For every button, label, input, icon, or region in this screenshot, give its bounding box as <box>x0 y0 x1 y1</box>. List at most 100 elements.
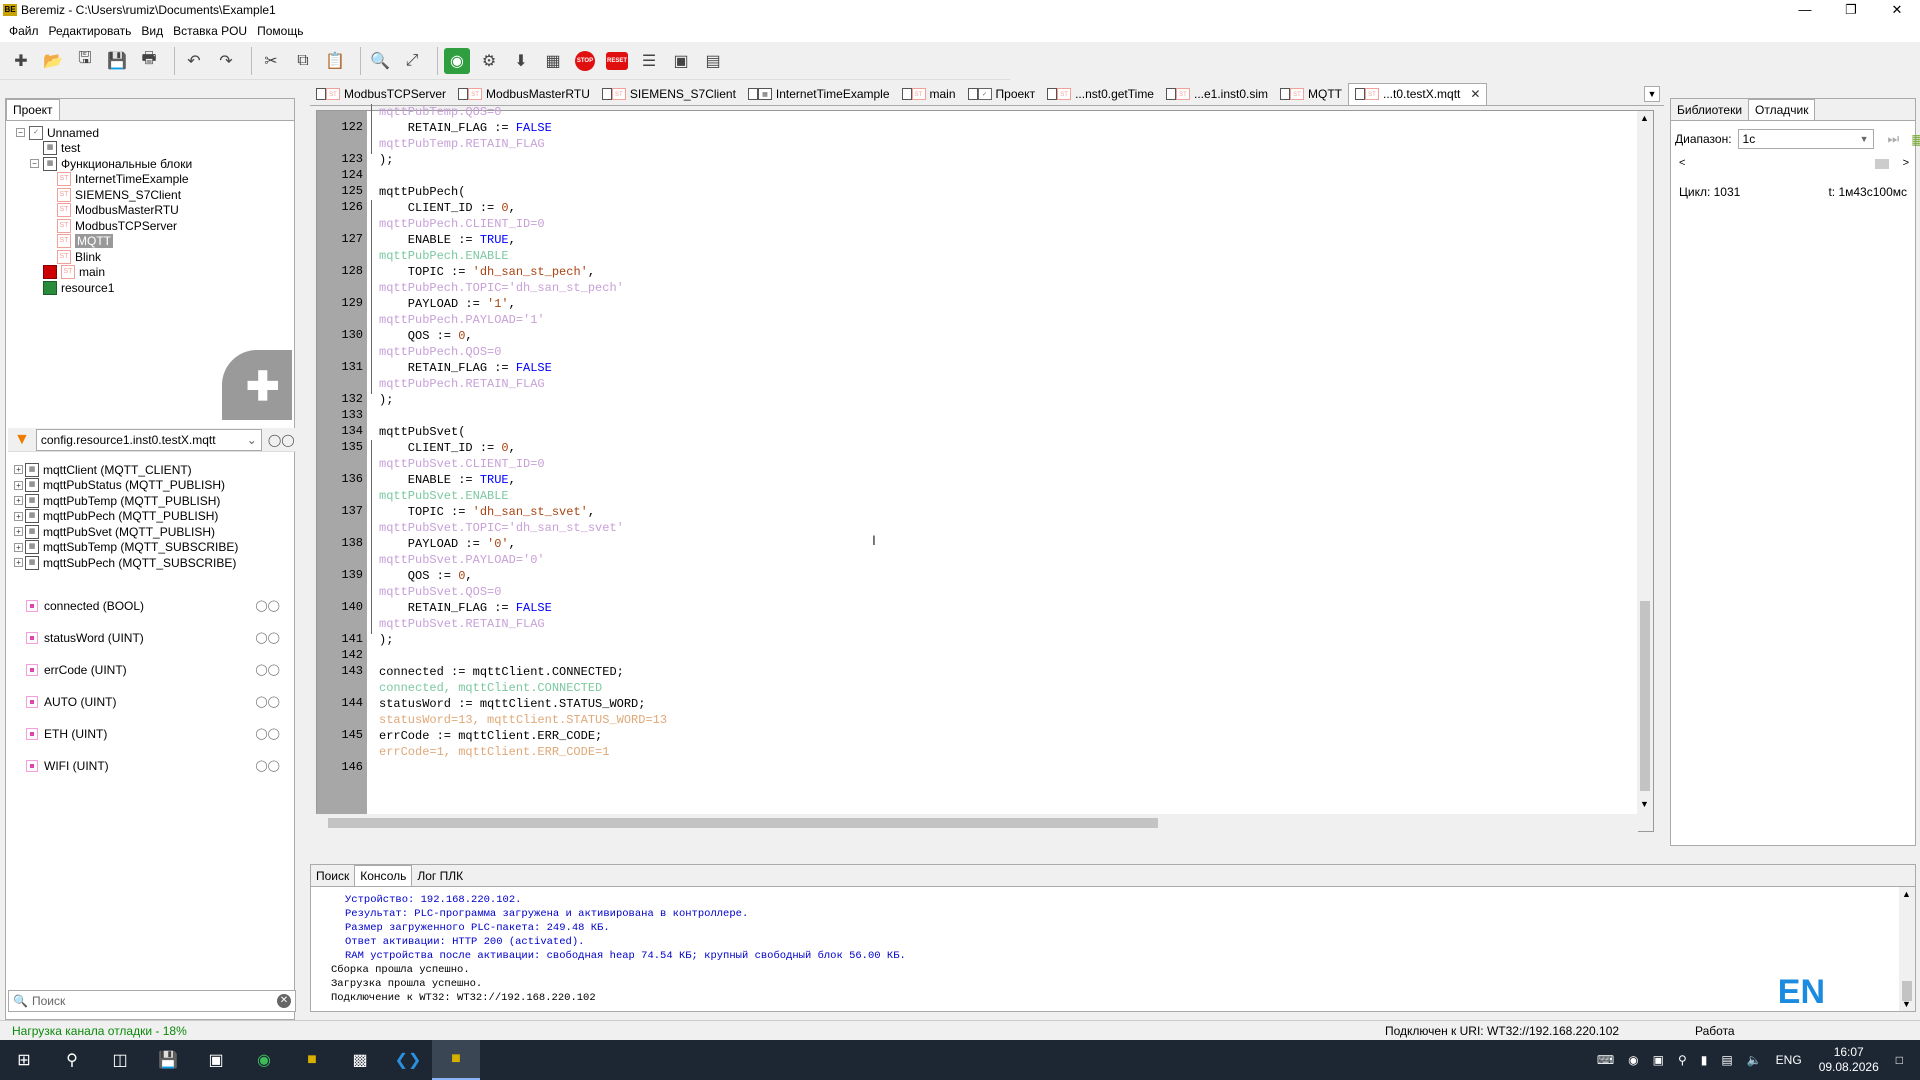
glasses-icon[interactable]: ◯◯ <box>255 663 280 676</box>
beremiz-active-app-icon[interactable]: ■ <box>432 1040 480 1080</box>
network-icon[interactable]: ▤ <box>1721 1053 1732 1067</box>
instance-variable[interactable]: ETH (UINT) ◯◯ <box>26 724 288 743</box>
print-icon[interactable]: 🖶 <box>136 48 162 74</box>
editor-tab[interactable]: ST ...nst0.getTime <box>1041 83 1160 105</box>
paste-icon[interactable]: 📋 <box>322 48 348 74</box>
reset-plc-icon[interactable]: RESET <box>604 48 630 74</box>
beremiz-app-icon[interactable]: ■ <box>288 1040 336 1080</box>
scroll-thumb[interactable] <box>1640 601 1650 791</box>
instance-variable[interactable]: WIFI (UINT) ◯◯ <box>26 756 288 775</box>
clean-icon[interactable]: ▦ <box>540 48 566 74</box>
save-icon[interactable]: 🖫 <box>72 48 98 74</box>
tab-debugger[interactable]: Отладчик <box>1748 99 1816 120</box>
menu-view[interactable]: Вид <box>136 24 168 38</box>
menu-file[interactable]: Файл <box>4 24 44 38</box>
clear-search-icon[interactable]: ✕ <box>277 994 291 1008</box>
debug-glasses-icon[interactable]: ◉ <box>444 47 470 74</box>
glasses-icon[interactable]: ◯◯ <box>255 695 280 708</box>
instance-variable[interactable]: statusWord (UINT) ◯◯ <box>26 628 288 647</box>
battery-icon[interactable]: ▮ <box>1701 1053 1708 1067</box>
editor-tab[interactable]: ST main <box>896 83 962 105</box>
vertical-scrollbar[interactable]: ▲ ▼ <box>1637 111 1653 831</box>
undo-icon[interactable]: ↶ <box>181 48 207 74</box>
editor-tab[interactable]: ST ...t0.testX.mqtt ✕ <box>1348 82 1488 105</box>
menu-insert-pou[interactable]: Вставка POU <box>168 24 252 38</box>
search-input[interactable]: 🔍 Поиск ✕ <box>8 990 296 1012</box>
maximize-button[interactable]: ❐ <box>1828 0 1874 20</box>
stop-plc-icon[interactable]: STOP <box>572 48 598 74</box>
download-icon[interactable]: ⬇ <box>508 48 534 74</box>
timeline-scrollbar[interactable]: < > <box>1675 157 1911 171</box>
editor-tab[interactable]: ✓ Проект <box>962 83 1042 105</box>
expander-icon[interactable]: + <box>14 465 23 474</box>
camera-app-icon[interactable]: ▣ <box>192 1040 240 1080</box>
app-tray-icon[interactable]: ◉ <box>1628 1053 1638 1067</box>
scroll-up-icon[interactable]: ▲ <box>1640 113 1649 123</box>
minimize-button[interactable]: — <box>1782 0 1828 20</box>
start-windows-icon[interactable]: ⊞ <box>0 1040 48 1080</box>
instance-variable[interactable]: AUTO (UINT) ◯◯ <box>26 692 288 711</box>
expander-icon[interactable]: + <box>14 496 23 505</box>
terminal-app-icon[interactable]: ▩ <box>336 1040 384 1080</box>
connect-icon[interactable]: ▣ <box>668 48 694 74</box>
code-editor[interactable]: 122 123 124 125 126 127 128 129 130 131 132 133 134 1… <box>316 104 1654 832</box>
expander-icon[interactable]: + <box>14 527 23 536</box>
close-tab-icon[interactable]: ✕ <box>1470 87 1480 101</box>
glasses-icon[interactable]: ◯◯ <box>255 759 280 772</box>
task-view-icon[interactable]: ◫ <box>96 1040 144 1080</box>
glasses-icon[interactable]: ◯◯ <box>255 727 280 740</box>
console-scrollbar[interactable]: ▲ ▼ <box>1899 887 1915 1011</box>
copy-icon[interactable]: ⧉ <box>290 48 316 74</box>
tree-item[interactable]: resource1 <box>30 278 114 297</box>
clock[interactable]: 16:07 09.08.2026 <box>1819 1045 1879 1075</box>
glasses-icon[interactable]: ◯◯ <box>268 433 295 447</box>
tab-console[interactable]: Консоль <box>354 865 413 886</box>
glasses-icon[interactable]: ◯◯ <box>255 599 280 612</box>
find-icon[interactable]: 🔍 <box>367 48 393 74</box>
scroll-right-icon[interactable]: > <box>1903 157 1909 169</box>
instance-variable[interactable]: connected (BOOL) ◯◯ <box>26 596 288 615</box>
cut-icon[interactable]: ✂ <box>258 48 284 74</box>
tab-libraries[interactable]: Библиотеки <box>1671 100 1748 120</box>
editor-tab[interactable]: ST ModbusTCPServer <box>310 83 452 105</box>
usb-icon[interactable]: ⚲ <box>1678 1053 1687 1067</box>
timeline-thumb[interactable] <box>1875 159 1889 169</box>
pin-icon[interactable]: ▼ <box>14 431 30 449</box>
redo-icon[interactable]: ↷ <box>213 48 239 74</box>
tab-list-dropdown-icon[interactable]: ▼ <box>1644 85 1660 102</box>
expander-icon[interactable]: − <box>30 159 39 168</box>
tab-project[interactable]: Проект <box>6 99 60 120</box>
scroll-left-icon[interactable]: < <box>1679 157 1685 169</box>
console-scroll-thumb[interactable] <box>1902 981 1912 1001</box>
add-element-button[interactable]: ✚ <box>222 350 292 420</box>
scroll-down-icon[interactable]: ▼ <box>1902 999 1911 1009</box>
disconnect-icon[interactable]: ▤ <box>700 48 726 74</box>
save-as-icon[interactable]: 💾 <box>104 48 130 74</box>
instance-combobox[interactable]: config.resource1.inst0.testX.mqtt ⌄ <box>35 428 262 451</box>
editor-tab[interactable]: ST ModbusMasterRTU <box>452 83 596 105</box>
generate-icon[interactable]: ☰ <box>636 48 662 74</box>
editor-tab[interactable]: ST SIEMENS_S7Client <box>596 83 742 105</box>
horizontal-scrollbar[interactable] <box>316 814 1638 832</box>
expander-icon[interactable]: + <box>14 511 23 521</box>
keyboard-icon[interactable]: ⌨ <box>1597 1053 1614 1067</box>
search-icon[interactable]: ⚲ <box>48 1040 96 1080</box>
scroll-thumb-h[interactable] <box>328 818 1158 828</box>
build-icon[interactable]: ⚙ <box>476 48 502 74</box>
instance-block[interactable]: + ▦ mqttSubPech (MQTT_SUBSCRIBE) <box>14 553 236 572</box>
fullscreen-icon[interactable]: ⤢ <box>399 48 425 74</box>
editor-tab[interactable]: ST MQTT <box>1274 83 1348 105</box>
tab-search[interactable]: Поиск <box>311 866 354 886</box>
export-graph-icon[interactable]: ▦ <box>1911 131 1920 148</box>
scroll-down-icon[interactable]: ▼ <box>1640 799 1649 809</box>
green-app-icon[interactable]: ◉ <box>240 1040 288 1080</box>
tab-plc-log[interactable]: Лог ПЛК <box>412 866 468 886</box>
glasses-icon[interactable]: ◯◯ <box>255 631 280 644</box>
vscode-app-icon[interactable]: ❮❯ <box>384 1040 432 1080</box>
editor-tab[interactable]: ST ...e1.inst0.sim <box>1160 83 1274 105</box>
language-indicator[interactable]: ENG <box>1776 1053 1802 1067</box>
expander-icon[interactable]: + <box>14 480 23 490</box>
scroll-up-icon[interactable]: ▲ <box>1902 889 1911 899</box>
close-button[interactable]: ✕ <box>1874 0 1920 20</box>
range-combobox[interactable]: 1с ▼ <box>1737 129 1874 149</box>
